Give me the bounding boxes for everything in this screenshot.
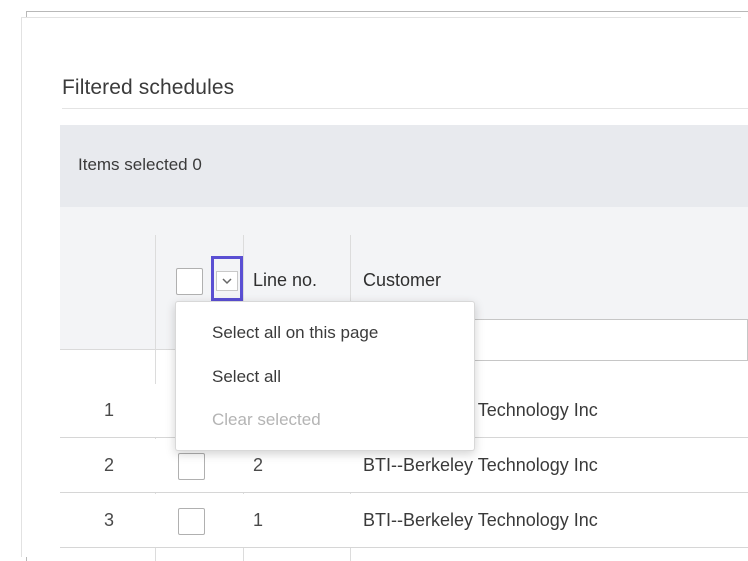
row-checkbox[interactable] — [178, 453, 205, 480]
select-options-menu: Select all on this page Select all Clear… — [175, 301, 475, 451]
selection-bar: Items selected 0 — [60, 125, 748, 207]
title-divider — [62, 108, 748, 109]
items-selected-label: Items selected 0 — [78, 155, 202, 174]
column-header-customer[interactable]: Customer — [363, 270, 441, 291]
row-index: 3 — [104, 510, 115, 530]
row-index: 2 — [104, 455, 115, 475]
chevron-down-icon — [216, 271, 238, 291]
row-index: 1 — [104, 400, 115, 420]
select-all-checkbox[interactable] — [176, 268, 203, 295]
select-options-dropdown-button[interactable] — [211, 256, 243, 301]
row-line-no: 1 — [253, 510, 264, 530]
row-checkbox[interactable] — [178, 508, 205, 535]
menu-item-clear-selected: Clear selected — [212, 410, 321, 429]
row-line-no: 2 — [253, 455, 264, 475]
table-row[interactable]: 3 1 BTI--Berkeley Technology Inc — [60, 494, 748, 548]
row-customer: BTI--Berkeley Technology Inc — [363, 510, 598, 530]
menu-item-select-all[interactable]: Select all — [212, 367, 281, 387]
page-title: Filtered schedules — [62, 76, 235, 99]
row-customer: BTI--Berkeley Technology Inc — [363, 455, 598, 475]
column-header-line-no[interactable]: Line no. — [253, 270, 317, 291]
menu-item-select-all-on-page[interactable]: Select all on this page — [212, 323, 378, 343]
